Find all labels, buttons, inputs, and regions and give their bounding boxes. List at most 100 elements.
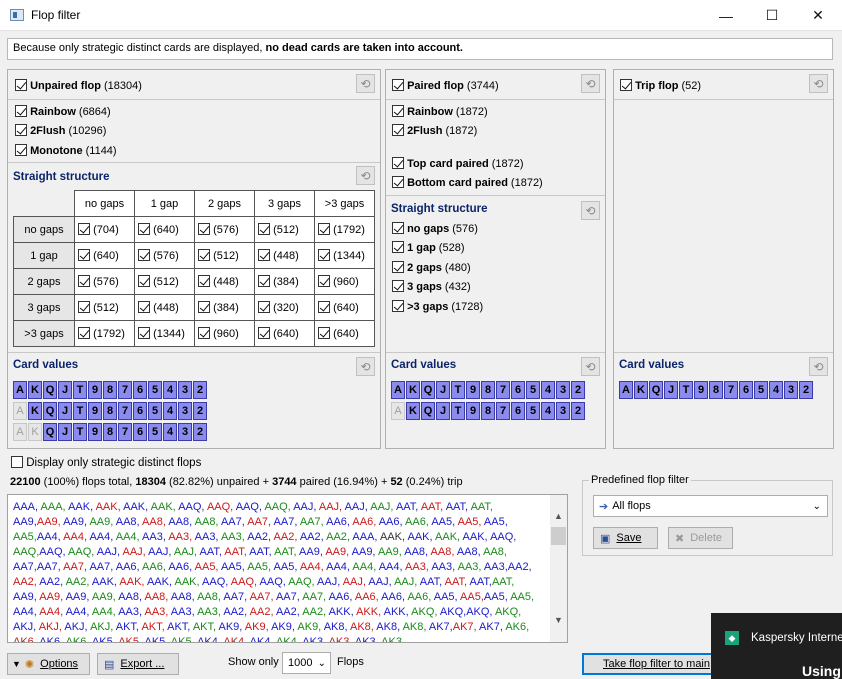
close-button[interactable]: ✕ — [795, 0, 841, 31]
take-flop-filter-button[interactable]: Take flop filter to main — [582, 653, 722, 675]
card-rank-J[interactable]: J — [58, 423, 72, 441]
card-rank-2[interactable]: 2 — [193, 423, 207, 441]
show-count-select[interactable]: 1000 ⌄ — [282, 652, 331, 674]
card-rank-7[interactable]: 7 — [118, 423, 132, 441]
card-rank-3[interactable]: 3 — [556, 402, 570, 420]
unpaired-flop-checkbox[interactable]: Unpaired flop (18304) — [15, 79, 142, 92]
card-rank-6[interactable]: 6 — [511, 381, 525, 399]
col-header[interactable]: no gaps — [74, 190, 135, 217]
paired-suit-rainbow[interactable]: Rainbow (1872) — [392, 105, 488, 118]
predefined-filter-select[interactable]: ➔ All flops ⌄ — [593, 495, 828, 517]
paired-card-values-reset-button[interactable]: ⟲ — [581, 357, 600, 376]
trip-flop-checkbox[interactable]: Trip flop (52) — [620, 79, 701, 92]
grid-cell[interactable]: (512) — [74, 294, 135, 321]
grid-cell[interactable]: (512) — [194, 242, 255, 269]
grid-cell[interactable]: (576) — [194, 216, 255, 243]
paired-gap-no-gaps[interactable]: no gaps (576) — [392, 222, 478, 235]
save-button[interactable]: ▣ Save — [593, 527, 658, 549]
card-rank-9[interactable]: 9 — [88, 423, 102, 441]
card-rank-5[interactable]: 5 — [526, 381, 540, 399]
card-rank-3[interactable]: 3 — [556, 381, 570, 399]
grid-cell[interactable]: (1344) — [134, 320, 195, 347]
card-rank-K[interactable]: K — [28, 381, 42, 399]
card-rank-A[interactable]: A — [391, 381, 405, 399]
paired-structure-reset-button[interactable]: ⟲ — [581, 201, 600, 220]
paired-top-card[interactable]: Top card paired (1872) — [392, 157, 524, 170]
card-rank-8[interactable]: 8 — [481, 402, 495, 420]
scroll-down-icon[interactable]: ▼ — [554, 615, 563, 625]
paired-gap-3[interactable]: 3 gaps (432) — [392, 280, 471, 293]
grid-cell[interactable]: (384) — [194, 294, 255, 321]
grid-cell[interactable]: (704) — [74, 216, 135, 243]
card-values-reset-button[interactable]: ⟲ — [356, 357, 375, 376]
card-rank-3[interactable]: 3 — [784, 381, 798, 399]
card-rank-J[interactable]: J — [436, 381, 450, 399]
card-rank-2[interactable]: 2 — [193, 402, 207, 420]
card-rank-9[interactable]: 9 — [466, 381, 480, 399]
grid-cell[interactable]: (448) — [194, 268, 255, 295]
paired-gap-2[interactable]: 2 gaps (480) — [392, 261, 471, 274]
options-button[interactable]: ▼ ✺ Options — [7, 653, 90, 675]
card-rank-Q[interactable]: Q — [421, 381, 435, 399]
grid-cell[interactable]: (448) — [254, 242, 315, 269]
card-rank-4[interactable]: 4 — [541, 402, 555, 420]
card-rank-J[interactable]: J — [664, 381, 678, 399]
card-rank-7[interactable]: 7 — [496, 402, 510, 420]
grid-cell[interactable]: (1344) — [314, 242, 375, 269]
card-rank-7[interactable]: 7 — [118, 381, 132, 399]
grid-cell[interactable]: (960) — [314, 268, 375, 295]
grid-cell[interactable]: (1792) — [74, 320, 135, 347]
card-rank-Q[interactable]: Q — [43, 402, 57, 420]
grid-cell[interactable]: (640) — [254, 320, 315, 347]
card-rank-9[interactable]: 9 — [694, 381, 708, 399]
col-header[interactable]: >3 gaps — [314, 190, 375, 217]
unpaired-suit-rainbow[interactable]: Rainbow (6864) — [15, 105, 111, 118]
card-rank-2[interactable]: 2 — [571, 402, 585, 420]
paired-bottom-card[interactable]: Bottom card paired (1872) — [392, 176, 543, 189]
grid-cell[interactable]: (320) — [254, 294, 315, 321]
card-rank-9[interactable]: 9 — [466, 402, 480, 420]
card-rank-T[interactable]: T — [73, 381, 87, 399]
card-rank-8[interactable]: 8 — [481, 381, 495, 399]
card-rank-5[interactable]: 5 — [148, 423, 162, 441]
row-header[interactable]: 1 gap — [13, 242, 75, 269]
card-rank-3[interactable]: 3 — [178, 381, 192, 399]
trip-reset-button[interactable]: ⟲ — [809, 74, 828, 93]
card-rank-T[interactable]: T — [451, 402, 465, 420]
card-rank-J[interactable]: J — [58, 402, 72, 420]
trip-card-values-reset-button[interactable]: ⟲ — [809, 357, 828, 376]
card-rank-6[interactable]: 6 — [133, 402, 147, 420]
card-rank-6[interactable]: 6 — [133, 381, 147, 399]
row-header[interactable]: 2 gaps — [13, 268, 75, 295]
row-header[interactable]: no gaps — [13, 216, 75, 243]
card-rank-J[interactable]: J — [436, 402, 450, 420]
card-rank-9[interactable]: 9 — [88, 381, 102, 399]
card-rank-T[interactable]: T — [451, 381, 465, 399]
card-rank-8[interactable]: 8 — [103, 402, 117, 420]
card-rank-6[interactable]: 6 — [511, 402, 525, 420]
card-rank-J[interactable]: J — [58, 381, 72, 399]
grid-cell[interactable]: (960) — [194, 320, 255, 347]
card-rank-Q[interactable]: Q — [421, 402, 435, 420]
paired-suit-2flush[interactable]: 2Flush (1872) — [392, 124, 477, 137]
card-rank-Q[interactable]: Q — [43, 423, 57, 441]
card-rank-Q[interactable]: Q — [43, 381, 57, 399]
paired-reset-button[interactable]: ⟲ — [581, 74, 600, 93]
card-rank-5[interactable]: 5 — [754, 381, 768, 399]
grid-cell[interactable]: (512) — [134, 268, 195, 295]
card-rank-8[interactable]: 8 — [103, 423, 117, 441]
paired-gap-1[interactable]: 1 gap (528) — [392, 241, 464, 254]
paired-flop-checkbox[interactable]: Paired flop (3744) — [392, 79, 499, 92]
card-rank-5[interactable]: 5 — [526, 402, 540, 420]
structure-reset-button[interactable]: ⟲ — [356, 166, 375, 185]
delete-button[interactable]: ✖ Delete — [668, 527, 733, 549]
card-rank-3[interactable]: 3 — [178, 423, 192, 441]
grid-cell[interactable]: (576) — [74, 268, 135, 295]
export-button[interactable]: ▤ Export ... — [97, 653, 179, 675]
row-header[interactable]: 3 gaps — [13, 294, 75, 321]
card-rank-A[interactable]: A — [13, 381, 27, 399]
card-rank-A[interactable]: A — [619, 381, 633, 399]
unpaired-reset-button[interactable]: ⟲ — [356, 74, 375, 93]
card-rank-K[interactable]: K — [406, 381, 420, 399]
grid-cell[interactable]: (640) — [314, 294, 375, 321]
